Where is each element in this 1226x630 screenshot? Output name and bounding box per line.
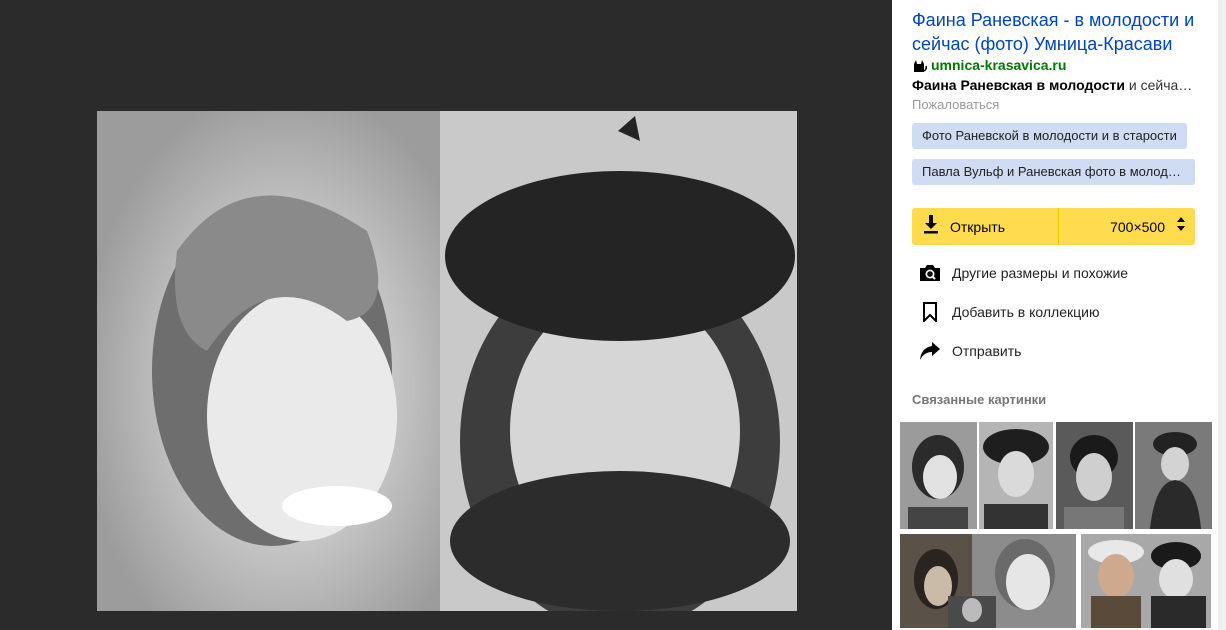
- related-thumbnail[interactable]: [1135, 422, 1212, 529]
- download-icon: [922, 214, 940, 239]
- image-viewer: [0, 0, 892, 630]
- related-thumbnail[interactable]: [1056, 422, 1133, 529]
- open-button[interactable]: Открыть: [912, 208, 1059, 245]
- related-thumbnail[interactable]: [979, 422, 1053, 529]
- camera-search-icon: [919, 262, 941, 284]
- add-to-collection-label: Добавить в коллекцию: [952, 304, 1100, 320]
- main-image[interactable]: [97, 111, 797, 611]
- size-label: 700×500: [1110, 218, 1165, 235]
- related-thumbnail[interactable]: [900, 534, 1076, 628]
- related-images-title: Связанные картинки: [912, 392, 1047, 407]
- info-panel: Фаина Раневская - в молодости и сейчас (…: [892, 0, 1226, 630]
- share-arrow-icon: [919, 340, 941, 362]
- cat-icon: [912, 58, 927, 73]
- panel-scrollbar[interactable]: [1218, 0, 1226, 630]
- complain-link[interactable]: Пожаловаться: [912, 97, 999, 112]
- portrait-young-woman: [97, 111, 440, 611]
- open-button-label: Открыть: [950, 218, 1005, 235]
- bookmark-icon: [919, 301, 941, 323]
- up-down-arrows-icon: [1177, 217, 1185, 236]
- snippet: Фаина Раневская в молодости и сейча…: [912, 76, 1202, 94]
- snippet-highlight: Фаина Раневская в молодости: [912, 77, 1126, 93]
- site-domain[interactable]: umnica-krasavica.ru: [931, 57, 1066, 73]
- similar-sizes-label: Другие размеры и похожие: [952, 265, 1129, 281]
- similar-sizes-action[interactable]: Другие размеры и похожие: [919, 261, 1128, 285]
- portrait-older-woman: [440, 111, 797, 611]
- source-site[interactable]: umnica-krasavica.ru: [912, 56, 1066, 74]
- share-label: Отправить: [952, 343, 1022, 359]
- related-tag[interactable]: Фото Раневской в молодости и в старости: [912, 123, 1187, 149]
- add-to-collection-action[interactable]: Добавить в коллекцию: [919, 300, 1099, 324]
- related-thumbnail[interactable]: [1081, 534, 1211, 628]
- related-thumbnail[interactable]: [900, 422, 977, 529]
- share-action[interactable]: Отправить: [919, 339, 1021, 363]
- snippet-text: и сейча…: [1125, 77, 1193, 93]
- related-tag[interactable]: Павла Вульф и Раневская фото в молод…: [912, 159, 1195, 185]
- open-bar: Открыть 700×500: [912, 208, 1195, 245]
- image-source-title[interactable]: Фаина Раневская - в молодости и сейчас (…: [912, 8, 1212, 56]
- size-select[interactable]: 700×500: [1059, 208, 1195, 245]
